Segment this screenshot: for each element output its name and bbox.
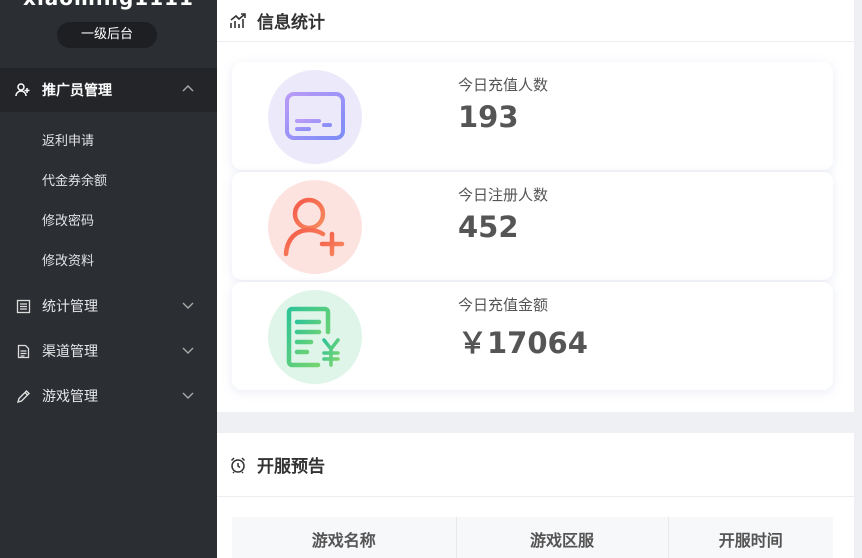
stat-value: 452 (458, 210, 519, 244)
menu-group-label: 推广员管理 (42, 83, 112, 99)
level-badge[interactable]: 一级后台 (57, 22, 157, 48)
panel-title: 信息统计 (257, 13, 325, 33)
menu-group-promoter[interactable]: 推广员管理 (0, 68, 217, 112)
submenu-item-change-password[interactable]: 修改密码 (42, 210, 94, 229)
user-plus-icon (268, 180, 362, 274)
stat-card-recharge-users: 今日充值人数 193 (232, 62, 833, 170)
stat-value: 193 (458, 100, 519, 134)
list-icon (14, 297, 32, 315)
bill-yen-icon (268, 290, 362, 384)
stat-card-recharge-amount: 今日充值金额 ￥17064 (232, 282, 833, 390)
menu-group-label: 游戏管理 (42, 389, 98, 405)
chevron-down-icon (182, 347, 194, 354)
chevron-up-icon (182, 85, 194, 92)
stat-label: 今日充值金额 (458, 296, 549, 314)
sidebar: xiaoming1111 一级后台 推广员管理 返利申请 代金券余额 修改密码 … (0, 0, 217, 558)
alarm-clock-icon (230, 456, 246, 474)
column-header-game-name[interactable]: 游戏名称 (232, 517, 457, 558)
server-panel-header: 开服预告 (217, 433, 854, 497)
menu-group-label: 渠道管理 (42, 344, 98, 360)
submenu-item-voucher-balance[interactable]: 代金券余额 (42, 170, 107, 189)
user-add-icon (14, 81, 32, 99)
table-header-row: 游戏名称 游戏区服 开服时间 (232, 517, 833, 558)
chevron-down-icon (182, 302, 194, 309)
menu-group-label: 统计管理 (42, 299, 98, 315)
submenu-item-edit-profile[interactable]: 修改资料 (42, 250, 94, 269)
document-icon (14, 342, 32, 360)
column-header-server-zone[interactable]: 游戏区服 (456, 517, 669, 558)
pencil-icon (14, 387, 32, 405)
panel-title: 开服预告 (257, 457, 325, 477)
stats-panel: 信息统计 今日充值人数 193 今日注册人数 452 今日充值金额 ￥17064 (217, 0, 854, 412)
stat-label: 今日充值人数 (458, 76, 549, 94)
submenu-item-rebate-apply[interactable]: 返利申请 (42, 130, 94, 149)
stat-card-register-users: 今日注册人数 452 (232, 172, 833, 280)
stat-value: ￥17064 (458, 326, 588, 360)
stats-panel-header: 信息统计 (217, 0, 854, 42)
stat-label: 今日注册人数 (458, 186, 549, 204)
card-icon (268, 70, 362, 164)
menu-group-game[interactable]: 游戏管理 (0, 374, 217, 418)
chart-trend-icon (230, 12, 246, 28)
chevron-down-icon (182, 392, 194, 399)
menu-group-statistics[interactable]: 统计管理 (0, 284, 217, 328)
column-header-open-time[interactable]: 开服时间 (668, 517, 833, 558)
menu-group-channel[interactable]: 渠道管理 (0, 329, 217, 373)
server-panel: 开服预告 游戏名称 游戏区服 开服时间 (217, 433, 854, 558)
server-table: 游戏名称 游戏区服 开服时间 (232, 517, 833, 558)
user-name: xiaoming1111 (0, 0, 217, 10)
